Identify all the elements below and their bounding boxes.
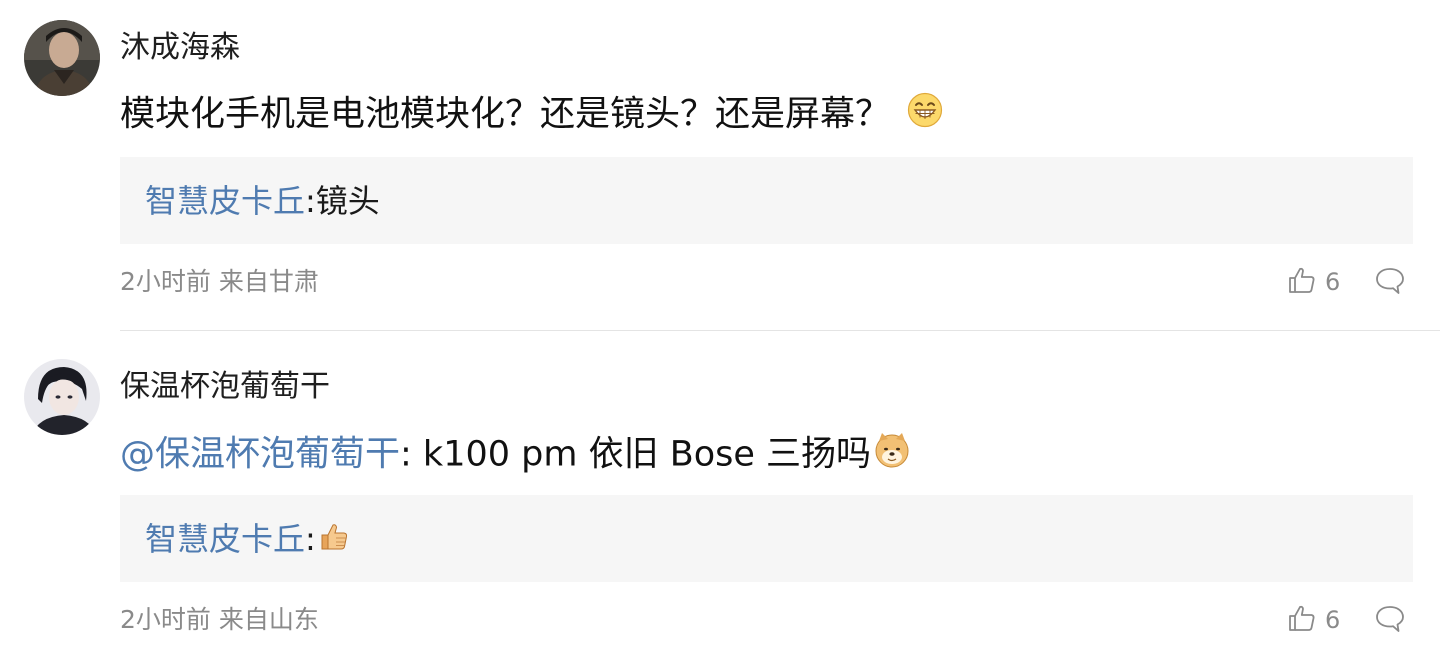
like-count: 6 <box>1325 268 1341 296</box>
mention-link[interactable]: @保温杯泡葡萄干 <box>120 435 400 475</box>
reply-separator: : <box>305 520 316 558</box>
divider <box>120 330 1440 331</box>
comment-text: : k100 pm 依旧 Bose 三扬吗 <box>400 434 872 475</box>
doge-emoji-icon <box>873 431 911 480</box>
comment-text: 模块化手机是电池模块化？还是镜头？还是屏幕？ <box>120 94 891 135</box>
like-button[interactable]: 6 <box>1287 605 1340 635</box>
reply-text: 智慧皮卡丘: <box>145 519 350 562</box>
speech-bubble-icon <box>1374 268 1406 300</box>
thumbs-up-outline-icon <box>1287 603 1317 637</box>
username[interactable]: 沐成海森 <box>120 30 240 66</box>
username[interactable]: 保温杯泡葡萄干 <box>120 369 330 405</box>
comment-meta: 2小时前 来自甘肃 <box>120 267 319 296</box>
thumbs-up-emoji-icon <box>318 521 350 562</box>
speech-bubble-icon <box>1374 606 1406 638</box>
comment-content: @保温杯泡葡萄干: k100 pm 依旧 Bose 三扬吗 <box>120 431 911 480</box>
reply-preview[interactable]: 智慧皮卡丘: <box>120 495 1413 582</box>
reply-username[interactable]: 智慧皮卡丘 <box>145 182 305 220</box>
reply-text: 智慧皮卡丘:镜头 <box>145 181 380 221</box>
comment-content: 模块化手机是电池模块化？还是镜头？还是屏幕？ <box>120 92 943 139</box>
reply-content: 镜头 <box>315 182 380 220</box>
reply-preview[interactable]: 智慧皮卡丘:镜头 <box>120 157 1413 244</box>
comment-meta: 2小时前 来自山东 <box>120 605 319 634</box>
reply-separator: : <box>305 182 316 220</box>
reply-button[interactable] <box>1374 266 1406 296</box>
like-button[interactable]: 6 <box>1287 267 1340 297</box>
thumbs-up-outline-icon <box>1287 265 1317 299</box>
reply-button[interactable] <box>1374 604 1406 634</box>
reply-username[interactable]: 智慧皮卡丘 <box>145 520 305 558</box>
avatar[interactable] <box>24 359 100 435</box>
like-count: 6 <box>1325 606 1341 634</box>
grin-emoji-icon <box>907 92 943 139</box>
avatar[interactable] <box>24 20 100 96</box>
